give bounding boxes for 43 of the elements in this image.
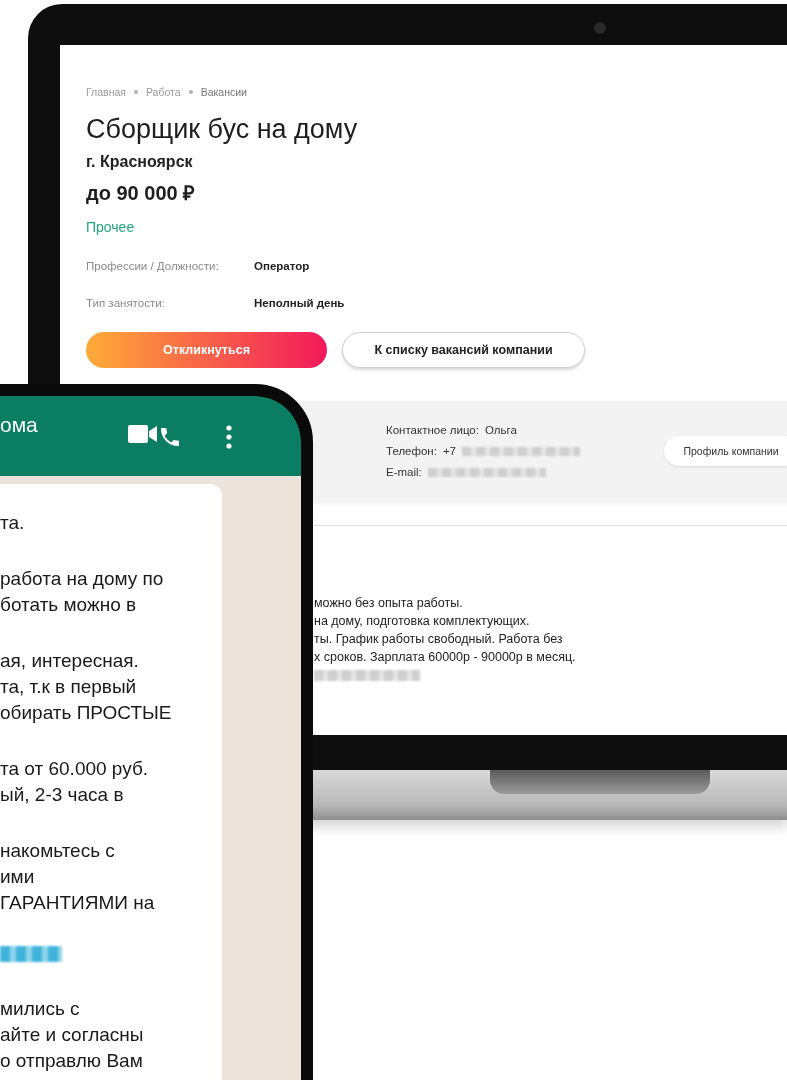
contact-label: Телефон:	[386, 445, 437, 457]
breadcrumb-link[interactable]: Работа	[145, 86, 181, 98]
message-line: ый, 2-3 часа в	[0, 783, 125, 807]
detail-value: Оператор	[254, 259, 310, 272]
chat-title: ома	[0, 412, 39, 438]
video-call-icon[interactable]	[128, 425, 158, 443]
message-line: ая, интересная.	[0, 649, 140, 673]
description-line: на дому, подготовка комплектующих.	[314, 613, 531, 630]
contact-label: Контактное лицо:	[386, 424, 479, 436]
company-profile-button[interactable]: Профиль компании	[664, 436, 787, 466]
breadcrumb-link[interactable]: Главная	[86, 86, 126, 98]
detail-label: Профессии / Должности:	[86, 259, 220, 272]
contact-value: +7	[442, 445, 457, 457]
contact-value: Ольга	[484, 424, 517, 436]
message-line: накомьтесь с	[0, 839, 116, 863]
respond-button[interactable]: Откликнуться	[86, 332, 327, 368]
separator-dot-icon	[188, 90, 193, 94]
message-line: та, т.к в первый	[0, 675, 138, 699]
contact-label: E-mail:	[386, 466, 422, 478]
city-text: г. Красноярск	[86, 152, 194, 172]
salary-text: до 90 000 ₽	[86, 181, 197, 206]
detail-label: Тип занятости:	[86, 296, 166, 309]
camera-icon	[594, 22, 606, 34]
description-line: х сроков. Зарплата 60000р - 90000р в месяц.	[314, 649, 577, 666]
message-line: мились с	[0, 997, 81, 1021]
company-vacancies-button[interactable]: К списку вакансий компании	[342, 332, 585, 368]
description-line: ты. График работы свободный. Работа без	[314, 631, 564, 648]
more-menu-icon[interactable]	[226, 425, 232, 449]
vacancy-title: Сборщик бус на дому	[86, 113, 359, 146]
message-line: ботать можно в	[0, 593, 138, 617]
separator-dot-icon	[133, 90, 138, 94]
message-line: та.	[0, 511, 26, 535]
breadcrumb-link[interactable]: Вакансии	[200, 86, 247, 98]
message-line: работа на дому по	[0, 567, 165, 591]
message-line: та от 60.000 руб.	[0, 757, 150, 781]
message-line: айте и согласны	[0, 1023, 145, 1047]
message-line: обирать ПРОСТЫЕ	[0, 701, 173, 725]
message-line: ГАРАНТИЯМИ на	[0, 891, 156, 915]
message-line: о отправлю Вам	[0, 1049, 144, 1073]
message-line: ими	[0, 865, 36, 889]
category-link[interactable]: Прочее	[86, 217, 135, 237]
detail-value: Неполный день	[254, 296, 345, 309]
description-line: можно без опыта работы.	[314, 595, 464, 612]
